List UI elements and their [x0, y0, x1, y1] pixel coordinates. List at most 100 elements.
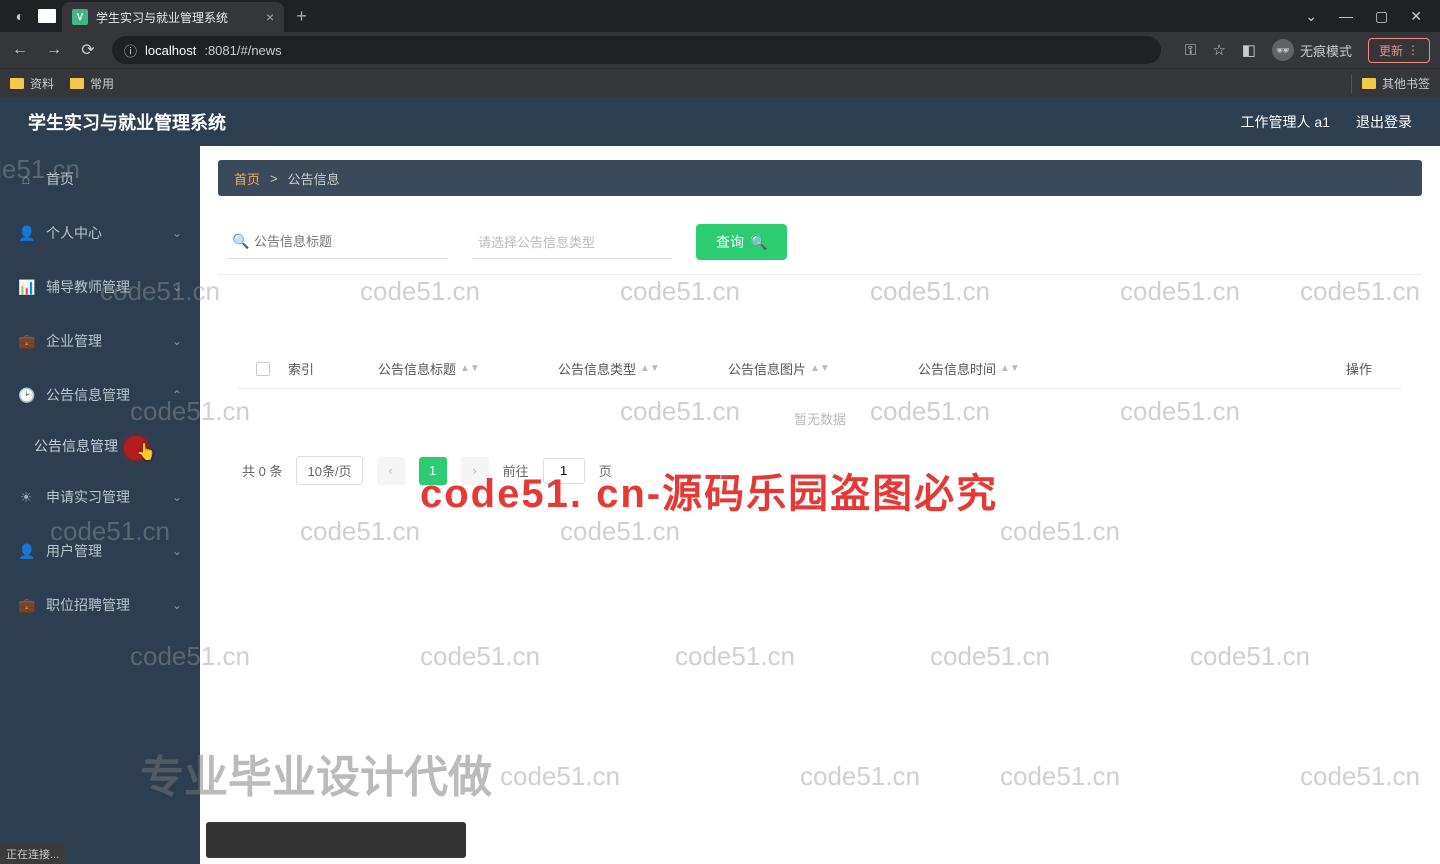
sidebar-subitem-notice[interactable]: 公告信息管理 👆: [0, 422, 200, 470]
sidebar-item-personal[interactable]: 👤 个人中心 ⌄: [0, 206, 200, 260]
clock-icon: 🕑: [18, 387, 34, 404]
address-bar: ← → ⟳ ⓘ localhost :8081/#/news ⚿ ☆ ◧ 🕶 无痕…: [0, 32, 1440, 68]
table-empty-text: 暂无数据: [238, 389, 1402, 448]
current-user-label[interactable]: 工作管理人 a1: [1241, 112, 1330, 132]
tab-close-icon[interactable]: ×: [266, 9, 274, 25]
chevron-down-icon: ⌄: [172, 226, 182, 240]
pointer-cursor-icon: 👆: [136, 442, 156, 462]
close-window-icon[interactable]: ✕: [1410, 8, 1422, 25]
table-container: 索引 公告信息标题▲▼ 公告信息类型▲▼ 公告信息图片▲▼ 公告信息时间▲▼ 操…: [218, 289, 1422, 513]
sidebar-item-teacher[interactable]: 📊 辅导教师管理 ⌄: [0, 260, 200, 314]
bookmark-bar: 资料 常用 其他书签: [0, 68, 1440, 98]
url-tail: :8081/#/news: [204, 43, 281, 58]
bookmark-star-icon[interactable]: ☆: [1212, 41, 1225, 59]
new-tab-button[interactable]: +: [296, 6, 307, 27]
url-host: localhost: [145, 43, 196, 58]
search-icon: 🔍: [232, 233, 249, 250]
reload-icon[interactable]: ⟳: [78, 40, 98, 60]
pager-total: 共 0 条: [242, 461, 282, 480]
forward-icon[interactable]: →: [44, 41, 64, 59]
pagination: 共 0 条 10条/页 ‹ 1 › 前往 页: [238, 448, 1402, 493]
incognito-icon: 🕶: [1272, 39, 1294, 61]
bookmark-item[interactable]: 资料: [10, 75, 54, 92]
breadcrumb: 首页 > 公告信息: [218, 160, 1422, 196]
sun-icon: ☀: [18, 489, 34, 506]
chevron-down-icon: ⌄: [172, 334, 182, 348]
browser-status-bar: 正在连接...: [0, 844, 65, 864]
search-icon: 🔍: [750, 234, 767, 251]
extensions-icon[interactable]: ◧: [1242, 41, 1256, 59]
sidebar-item-company[interactable]: 💼 企业管理 ⌄: [0, 314, 200, 368]
briefcase-icon: 💼: [18, 597, 34, 614]
tooltip-popup: [206, 822, 466, 858]
checkbox-icon[interactable]: [256, 362, 270, 376]
menu-dots-icon[interactable]: ⋮: [1407, 43, 1419, 57]
chevron-down-icon: ⌄: [172, 490, 182, 504]
search-title-input[interactable]: [228, 225, 448, 259]
pager-goto-input[interactable]: [543, 458, 585, 484]
sidebar-item-job[interactable]: 💼 职位招聘管理 ⌄: [0, 578, 200, 632]
chevron-up-icon: ⌃: [172, 388, 182, 402]
breadcrumb-sep: >: [270, 171, 278, 186]
bookmark-item[interactable]: 常用: [70, 75, 114, 92]
browser-tab-strip: ◐ V 学生实习与就业管理系统 × + ⌄ — ▢ ✕: [0, 0, 1440, 32]
logout-link[interactable]: 退出登录: [1356, 112, 1412, 132]
browser-update-button[interactable]: 更新 ⋮: [1368, 38, 1430, 63]
col-title[interactable]: 公告信息标题▲▼: [378, 359, 558, 378]
folder-icon: [10, 78, 24, 89]
pager-page-1[interactable]: 1: [419, 457, 447, 485]
col-checkbox[interactable]: [238, 359, 288, 378]
pager-size-select[interactable]: 10条/页: [296, 456, 362, 485]
chevron-down-icon: ⌄: [172, 598, 182, 612]
query-button[interactable]: 查询 🔍: [696, 224, 787, 260]
sys-icon-globe[interactable]: ◐: [8, 4, 32, 28]
col-pic[interactable]: 公告信息图片▲▼: [728, 359, 918, 378]
breadcrumb-current: 公告信息: [288, 169, 340, 188]
search-type-select[interactable]: 请选择公告信息类型: [472, 225, 672, 259]
col-type[interactable]: 公告信息类型▲▼: [558, 359, 728, 378]
folder-icon: [1362, 78, 1376, 89]
sidebar-item-home[interactable]: ⌂ 首页: [0, 152, 200, 206]
sidebar-item-intern[interactable]: ☀ 申请实习管理 ⌄: [0, 470, 200, 524]
breadcrumb-home[interactable]: 首页: [234, 169, 260, 188]
other-bookmarks[interactable]: 其他书签: [1362, 75, 1430, 92]
home-icon: ⌂: [18, 171, 34, 187]
incognito-label: 无痕模式: [1300, 41, 1352, 60]
incognito-indicator[interactable]: 🕶 无痕模式: [1272, 39, 1352, 61]
table-header-row: 索引 公告信息标题▲▼ 公告信息类型▲▼ 公告信息图片▲▼ 公告信息时间▲▼ 操…: [238, 349, 1402, 389]
pager-goto-suffix: 页: [599, 461, 612, 480]
chart-icon: 📊: [18, 279, 34, 296]
sys-icon-window[interactable]: [38, 9, 56, 23]
sort-icon[interactable]: ▲▼: [810, 366, 830, 372]
password-key-icon[interactable]: ⚿: [1185, 42, 1196, 59]
window-controls: ⌄ — ▢ ✕: [1305, 8, 1440, 25]
col-time[interactable]: 公告信息时间▲▼: [918, 359, 1178, 378]
sidebar-item-notice[interactable]: 🕑 公告信息管理 ⌃: [0, 368, 200, 422]
sidebar-item-user[interactable]: 👤 用户管理 ⌄: [0, 524, 200, 578]
sort-icon[interactable]: ▲▼: [1000, 366, 1020, 372]
url-input[interactable]: ⓘ localhost :8081/#/news: [112, 36, 1161, 64]
site-info-icon[interactable]: ⓘ: [124, 41, 137, 60]
app-title: 学生实习与就业管理系统: [28, 109, 226, 135]
app-header: 学生实习与就业管理系统 工作管理人 a1 退出登录: [0, 98, 1440, 146]
back-icon[interactable]: ←: [10, 41, 30, 59]
pager-next[interactable]: ›: [461, 457, 489, 485]
tab-search-icon[interactable]: ⌄: [1305, 8, 1317, 25]
sidebar: ⌂ 首页 👤 个人中心 ⌄ 📊 辅导教师管理 ⌄ 💼 企业管理 ⌄: [0, 146, 200, 864]
pager-prev[interactable]: ‹: [377, 457, 405, 485]
col-index[interactable]: 索引: [288, 359, 378, 378]
user-icon: 👤: [18, 543, 34, 560]
browser-tab-active[interactable]: V 学生实习与就业管理系统 ×: [62, 2, 284, 32]
maximize-icon[interactable]: ▢: [1375, 8, 1388, 25]
minimize-icon[interactable]: —: [1339, 8, 1353, 25]
sort-icon[interactable]: ▲▼: [460, 366, 480, 372]
pager-goto-label: 前往: [503, 461, 529, 480]
search-bar: 🔍 请选择公告信息类型 查询 🔍: [218, 210, 1422, 275]
sort-icon[interactable]: ▲▼: [640, 366, 660, 372]
main-content: 首页 > 公告信息 🔍 请选择公告信息类型 查询 🔍: [200, 146, 1440, 864]
search-title-wrap: 🔍: [228, 225, 448, 259]
user-icon: 👤: [18, 225, 34, 242]
briefcase-icon: 💼: [18, 333, 34, 350]
tab-favicon-icon: V: [72, 9, 88, 25]
tab-title: 学生实习与就业管理系统: [96, 9, 228, 26]
